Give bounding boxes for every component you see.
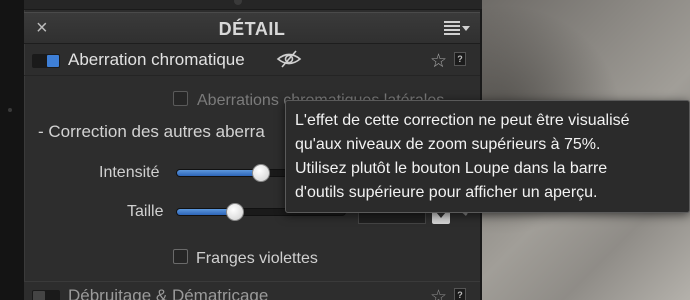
tooltip-line: d'outils supérieure pour afficher un ape… [295,184,598,201]
panel-header: × DÉTAIL [24,12,480,44]
taille-label: Taille [127,203,164,220]
next-favorite-star-icon[interactable]: ☆ [430,286,447,300]
tool-header-row[interactable]: Aberration chromatique ☆ ? [24,46,480,76]
next-help-button[interactable]: ? [454,288,466,300]
tooltip-line: qu'aux niveaux de zoom supérieurs à 75%. [295,136,601,153]
franges-label: Franges violettes [196,250,318,267]
tooltip-line: Utilisez plutôt le bouton Loupe dans la … [295,160,608,177]
toggle-knob [33,291,45,300]
toggle-knob [47,55,59,67]
other-aberrations-section[interactable]: - Correction des autres aberra [38,122,265,142]
intensite-label: Intensité [99,164,160,181]
eye-slash-icon[interactable] [276,49,302,69]
intensite-slider-fill [177,170,262,176]
tool-enable-toggle[interactable] [32,54,60,68]
tool-name: Aberration chromatique [68,50,245,69]
next-tool-row[interactable]: Débruitage & Dématriçage ☆ ? [24,281,480,300]
help-button[interactable]: ? [454,52,466,66]
franges-checkbox[interactable] [173,249,188,264]
panel-top-edge [24,0,482,10]
next-tool-name: Débruitage & Dématriçage [68,286,269,300]
lateral-checkbox[interactable] [173,91,188,106]
next-tool-toggle[interactable] [32,290,60,300]
list-menu-icon[interactable] [444,20,470,38]
left-strip-dot [8,108,12,112]
panel-title: DÉTAIL [218,19,286,39]
favorite-star-icon[interactable]: ☆ [430,50,447,73]
tooltip-line: L'effet de cette correction ne peut être… [295,112,630,129]
taille-slider-thumb[interactable] [226,203,244,221]
intensite-slider-thumb[interactable] [252,164,270,182]
left-strip [0,0,24,300]
tooltip: L'effet de cette correction ne peut être… [285,100,690,213]
panel-notch [234,0,242,5]
